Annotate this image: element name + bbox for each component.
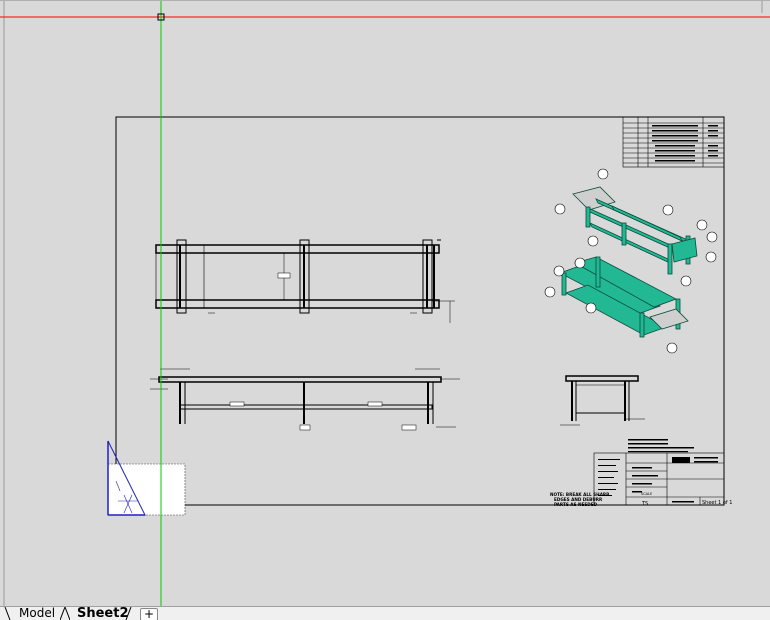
note-line-3: PARTS AS NEEDED <box>554 502 598 507</box>
layout-tab-bar: Model Sheet2 + <box>0 606 770 620</box>
viewport-selection[interactable] <box>107 440 186 516</box>
drawing-svg: TS Sheet 1 of 1 SCALE NOTE: BREAK ALL SH… <box>0 1 770 607</box>
plan-view <box>155 239 455 323</box>
tab-separator <box>125 607 132 620</box>
title-block-scale: SCALE <box>641 492 652 496</box>
tab-separator <box>60 607 70 620</box>
tab-separator <box>4 607 11 620</box>
side-view <box>560 375 645 426</box>
bom-table <box>622 116 725 168</box>
title-block-sheet: Sheet 1 of 1 <box>702 500 732 506</box>
tab-sheet2[interactable]: Sheet2 <box>77 607 129 620</box>
title-block <box>593 452 725 506</box>
tab-model[interactable]: Model <box>19 607 55 620</box>
add-layout-button[interactable]: + <box>140 608 158 620</box>
title-block-rev: TS <box>641 501 648 507</box>
drawing-canvas[interactable]: TS Sheet 1 of 1 SCALE NOTE: BREAK ALL SH… <box>0 0 770 607</box>
front-view <box>150 368 460 431</box>
